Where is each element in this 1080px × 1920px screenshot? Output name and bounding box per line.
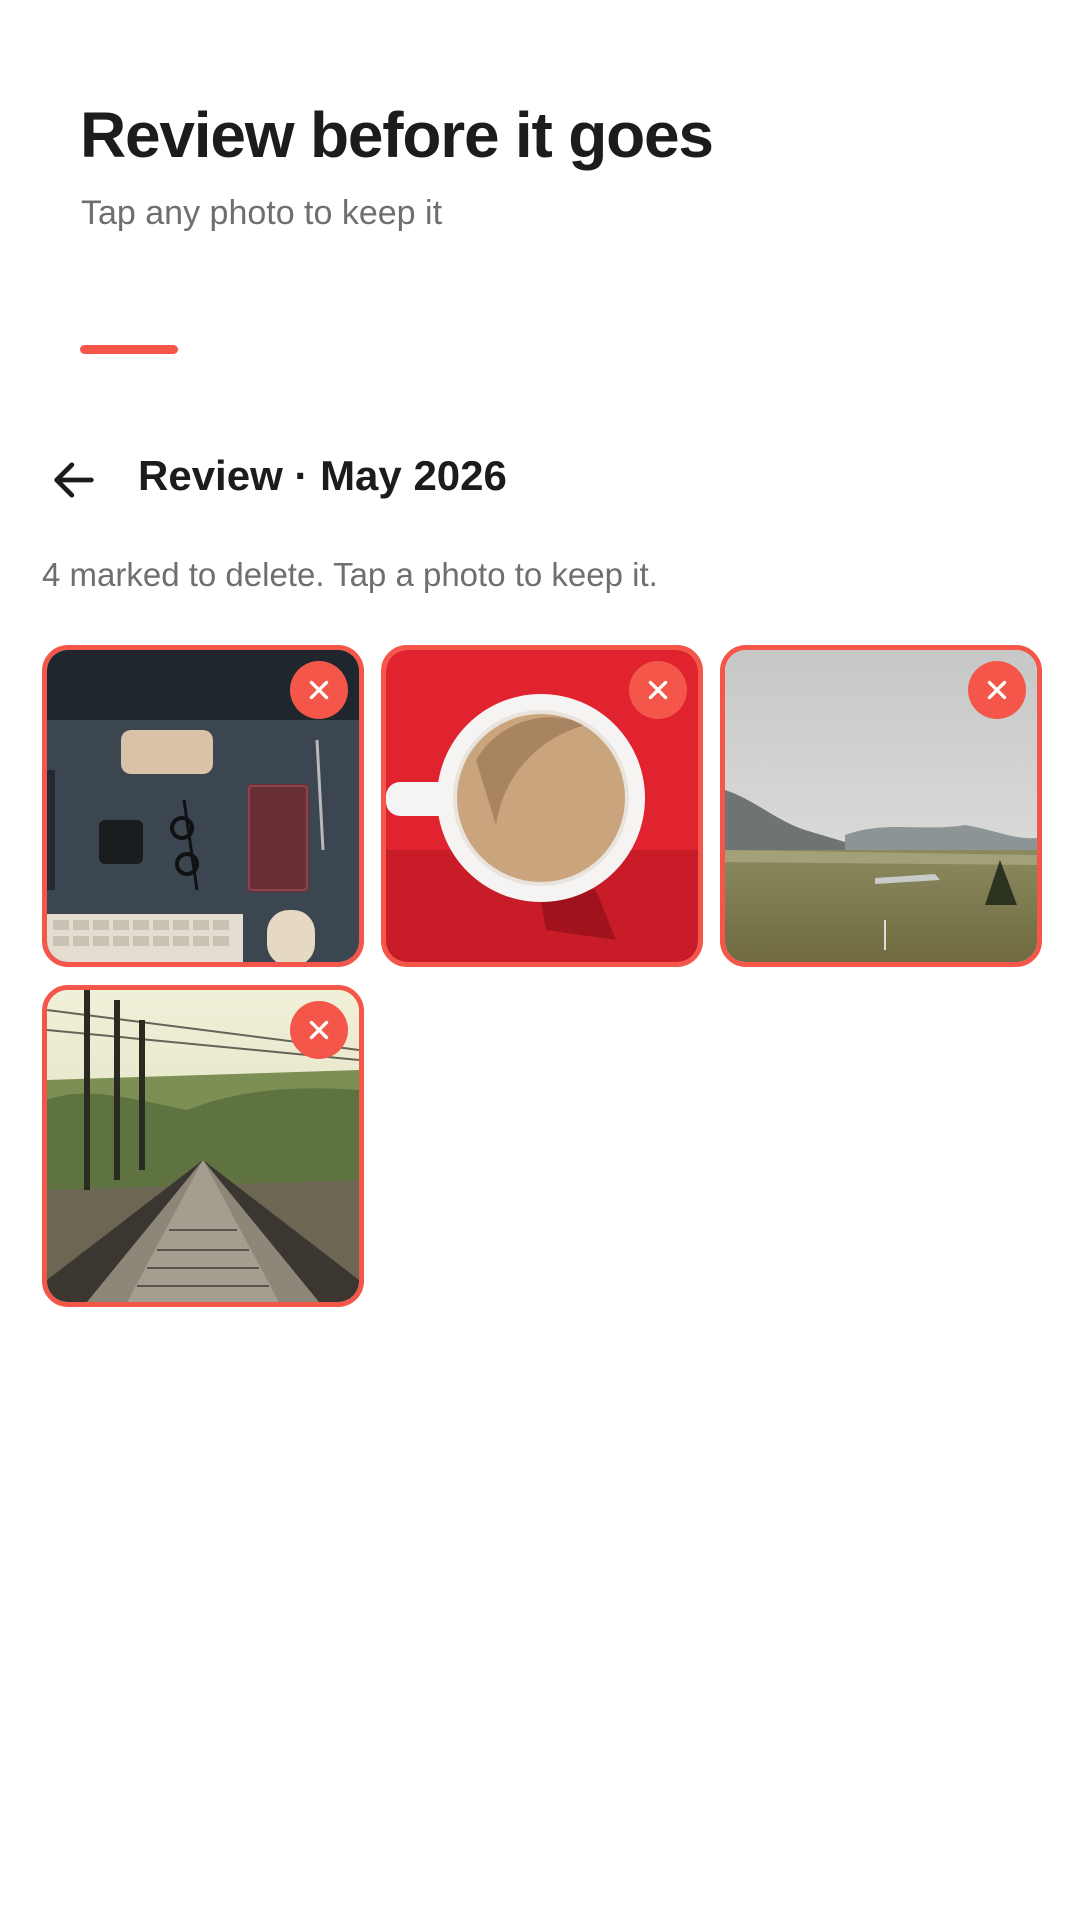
- photo-grid: [42, 645, 1042, 1307]
- page-title: Review before it goes: [80, 99, 714, 171]
- close-icon: [987, 680, 1007, 700]
- status-text: 4 marked to delete. Tap a photo to keep …: [42, 556, 658, 593]
- close-icon: [648, 680, 668, 700]
- delete-mark-button[interactable]: [629, 661, 687, 719]
- nav-title: Review · May 2026: [138, 452, 507, 499]
- arrow-left-icon: [54, 462, 94, 498]
- close-icon: [309, 680, 329, 700]
- accent-bar: [80, 345, 178, 354]
- nav-bar: Review · May 2026: [0, 440, 1080, 520]
- photo-tile-coffee[interactable]: [381, 645, 703, 967]
- back-button[interactable]: [36, 445, 112, 515]
- page-subtitle: Tap any photo to keep it: [81, 194, 443, 232]
- photo-tile-landscape[interactable]: [720, 645, 1042, 967]
- photo-tile-railway[interactable]: [42, 985, 364, 1307]
- close-icon: [309, 1020, 329, 1040]
- delete-mark-button[interactable]: [290, 1001, 348, 1059]
- delete-mark-button[interactable]: [290, 661, 348, 719]
- delete-mark-button[interactable]: [968, 661, 1026, 719]
- review-screen: Review before it goes Tap any photo to k…: [0, 0, 1080, 1920]
- photo-tile-desk[interactable]: [42, 645, 364, 967]
